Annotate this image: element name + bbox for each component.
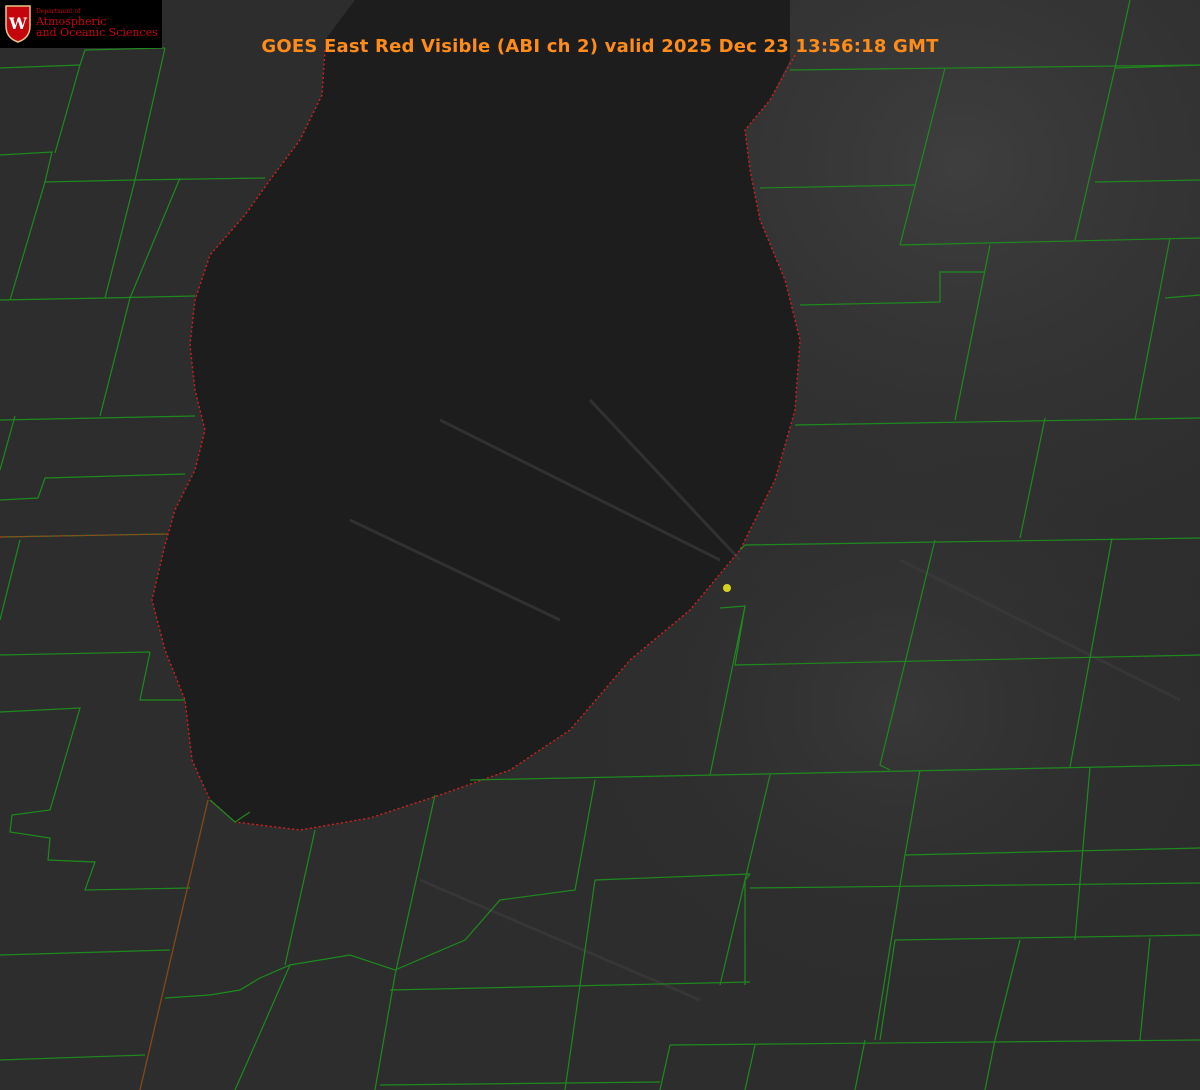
crest-letter: W <box>8 14 28 33</box>
satellite-map <box>0 0 1200 1090</box>
image-title: GOES East Red Visible (ABI ch 2) valid 2… <box>261 36 939 57</box>
location-marker <box>723 584 731 592</box>
